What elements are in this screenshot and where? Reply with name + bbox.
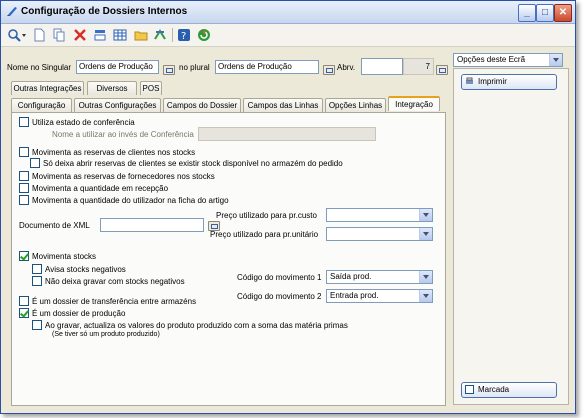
actualiza-note: (Se tiver só um produto produzido) bbox=[52, 331, 160, 338]
checkbox-icon bbox=[465, 385, 474, 394]
preco-unitario-select[interactable] bbox=[326, 227, 433, 241]
doc-xml-field[interactable] bbox=[100, 218, 204, 232]
abrev-label: Abrv. bbox=[337, 63, 356, 72]
side-panel: Opções deste Ecrã Imprimir Marcada bbox=[451, 51, 571, 406]
tab-campos-das-linhas[interactable]: Campos das Linhas bbox=[243, 98, 323, 112]
close-icon: ✕ bbox=[558, 7, 568, 18]
cod-mov1-label: Código do movimento 1 bbox=[237, 273, 322, 282]
delete-icon[interactable] bbox=[73, 28, 87, 42]
help-icon[interactable]: ? bbox=[177, 28, 191, 42]
new-document-icon[interactable] bbox=[32, 28, 46, 42]
cod-mov1-select[interactable]: Saída prod. bbox=[326, 270, 433, 284]
chevron-down-icon[interactable] bbox=[419, 228, 432, 240]
actualiza-checkbox[interactable] bbox=[32, 320, 42, 330]
chevron-down-icon[interactable] bbox=[549, 54, 562, 66]
number-lookup-button[interactable] bbox=[436, 65, 448, 75]
cod-mov2-value: Entrada prod. bbox=[330, 291, 379, 300]
marked-button[interactable]: Marcada bbox=[461, 382, 557, 398]
producao-label: É um dossier de produção bbox=[32, 309, 126, 318]
mov-qtd-recepcao-label: Movimenta a quantidade em recepção bbox=[32, 184, 169, 193]
preco-unitario-label: Preço utilizado para pr.unitário bbox=[210, 230, 319, 239]
title-bar: Configuração de Dossiers Internos _ □ ✕ bbox=[1, 1, 575, 24]
preco-custo-label: Preço utilizado para pr.custo bbox=[216, 211, 317, 220]
tab-campos-do-dossier[interactable]: Campos do Dossier bbox=[163, 98, 241, 112]
toolbar: ? bbox=[1, 24, 575, 47]
nome-conferencia-label: Nome a utilizar ao invés de Conferência bbox=[52, 130, 194, 139]
singular-label: Nome no Singular bbox=[7, 63, 72, 72]
avisa-neg-label: Avisa stocks negativos bbox=[45, 265, 126, 274]
singular-lookup-button[interactable] bbox=[163, 65, 175, 75]
maximize-icon: □ bbox=[541, 7, 549, 18]
preco-custo-select[interactable] bbox=[326, 208, 433, 222]
estado-conferencia-label: Utiliza estado de conferência bbox=[32, 118, 135, 127]
chevron-down-icon[interactable] bbox=[419, 290, 432, 302]
so-abrir-reservas-checkbox[interactable] bbox=[30, 158, 40, 168]
mov-stocks-checkbox[interactable] bbox=[19, 251, 29, 261]
so-abrir-reservas-label: Só deixa abrir reservas de clientes se e… bbox=[43, 159, 343, 168]
tab-integracao[interactable]: Integração bbox=[388, 96, 440, 111]
mov-stocks-label: Movimenta stocks bbox=[32, 252, 97, 261]
plural-lookup-button[interactable] bbox=[323, 65, 335, 75]
nome-conferencia-field bbox=[198, 127, 376, 141]
actualiza-label: Ao gravar, actualiza os valores do produ… bbox=[45, 321, 348, 330]
marked-label: Marcada bbox=[478, 385, 510, 394]
window-title: Configuração de Dossiers Internos bbox=[21, 6, 188, 17]
mov-reservas-clientes-checkbox[interactable] bbox=[19, 147, 29, 157]
transferencia-checkbox[interactable] bbox=[19, 296, 29, 306]
properties-icon[interactable] bbox=[93, 28, 107, 42]
transferencia-label: É um dossier de transferência entre arma… bbox=[32, 297, 197, 306]
cod-mov1-value: Saída prod. bbox=[330, 272, 372, 281]
print-icon bbox=[466, 77, 473, 84]
avisa-neg-checkbox[interactable] bbox=[32, 264, 42, 274]
svg-text:?: ? bbox=[181, 31, 186, 42]
app-icon bbox=[7, 7, 17, 16]
print-button[interactable]: Imprimir bbox=[461, 74, 557, 90]
tab-pos[interactable]: POS bbox=[140, 81, 162, 95]
screen-options-label: Opções deste Ecrã bbox=[457, 55, 526, 64]
chevron-down-icon[interactable] bbox=[21, 28, 27, 42]
tab-configuracao[interactable]: Configuração bbox=[11, 98, 72, 112]
chevron-down-icon[interactable] bbox=[419, 271, 432, 283]
nao-gravar-neg-checkbox[interactable] bbox=[32, 276, 42, 286]
mov-qtd-utilizador-label: Movimenta a quantidade do utilizador na … bbox=[32, 196, 229, 205]
integration-panel: Utiliza estado de conferência Nome a uti… bbox=[11, 112, 446, 406]
toolbar-separator bbox=[172, 28, 173, 42]
doc-xml-label: Documento de XML bbox=[19, 221, 90, 230]
maximize-button[interactable]: □ bbox=[536, 4, 554, 22]
search-icon[interactable] bbox=[7, 28, 21, 42]
cod-mov2-select[interactable]: Entrada prod. bbox=[326, 289, 433, 303]
side-pane: Imprimir Marcada bbox=[453, 68, 569, 405]
tab-outras-integracoes[interactable]: Outras Integrações bbox=[11, 81, 84, 95]
plural-label: no plural bbox=[179, 63, 210, 72]
mov-reservas-fornecedores-checkbox[interactable] bbox=[19, 171, 29, 181]
mov-reservas-fornecedores-label: Movimenta as reservas de fornecedores no… bbox=[32, 172, 215, 181]
cod-mov2-label: Código do movimento 2 bbox=[237, 292, 322, 301]
table-icon[interactable] bbox=[113, 28, 127, 42]
singular-field[interactable]: Ordens de Produção bbox=[76, 60, 159, 74]
main-area: Nome no Singular Ordens de Produção no p… bbox=[6, 51, 448, 406]
estado-conferencia-checkbox[interactable] bbox=[19, 117, 29, 127]
chevron-down-icon[interactable] bbox=[419, 209, 432, 221]
print-label: Imprimir bbox=[478, 77, 507, 86]
main-window: Configuração de Dossiers Internos _ □ ✕ … bbox=[0, 0, 576, 414]
mov-qtd-utilizador-checkbox[interactable] bbox=[19, 195, 29, 205]
number-field: 7 bbox=[403, 58, 434, 75]
screen-options-select[interactable]: Opções deste Ecrã bbox=[453, 53, 563, 67]
mov-reservas-clientes-label: Movimenta as reservas de clientes nos st… bbox=[32, 148, 196, 157]
minimize-button[interactable]: _ bbox=[518, 4, 536, 22]
tab-opcoes-linhas[interactable]: Opções Linhas bbox=[325, 98, 386, 112]
folder-icon[interactable] bbox=[134, 28, 148, 42]
copy-icon[interactable] bbox=[52, 28, 66, 42]
nao-gravar-neg-label: Não deixa gravar com stocks negativos bbox=[45, 277, 185, 286]
minimize-icon: _ bbox=[524, 7, 530, 18]
abrev-field[interactable] bbox=[361, 58, 403, 75]
close-button[interactable]: ✕ bbox=[554, 4, 572, 22]
producao-checkbox[interactable] bbox=[19, 308, 29, 318]
refresh-arrows-icon[interactable] bbox=[153, 28, 167, 42]
tab-diversos[interactable]: Diversos bbox=[87, 81, 137, 95]
exit-icon[interactable] bbox=[197, 28, 211, 42]
tab-outras-configuracoes[interactable]: Outras Configurações bbox=[74, 98, 161, 112]
mov-qtd-recepcao-checkbox[interactable] bbox=[19, 183, 29, 193]
plural-field[interactable]: Ordens de Produção bbox=[215, 60, 319, 74]
